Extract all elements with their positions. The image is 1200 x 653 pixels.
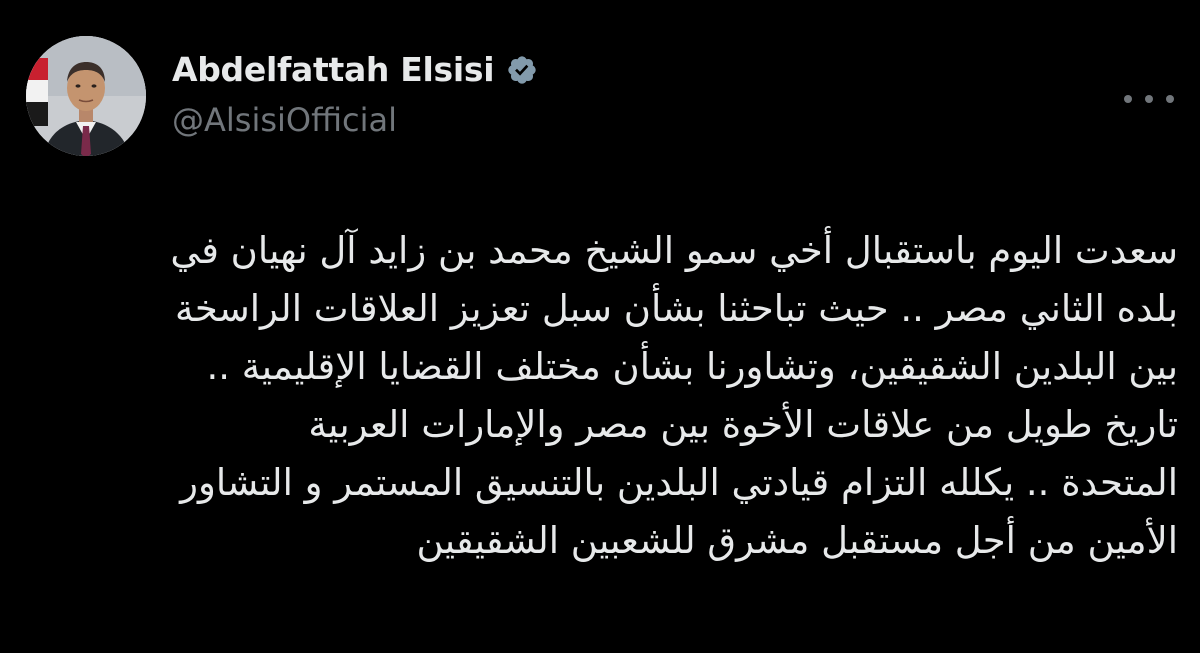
- tweet-text: سعدت اليوم باستقبال أخي سمو الشيخ محمد ب…: [20, 222, 1178, 570]
- more-options-icon: [1124, 95, 1132, 103]
- tweet-text-line: المتحدة .. يكلله التزام قيادتي البلدين ب…: [180, 461, 1178, 504]
- tweet-text-line: بين البلدين الشقيقين، وتشاورنا بشأن مختل…: [206, 345, 1178, 388]
- verified-badge-icon: [506, 54, 538, 86]
- more-options-button[interactable]: [1124, 84, 1174, 114]
- tweet-text-line: سعدت اليوم باستقبال أخي سمو الشيخ محمد ب…: [170, 229, 1178, 272]
- tweet-text-line: الأمين من أجل مستقبل مشرق للشعبين الشقيق…: [416, 519, 1178, 562]
- more-options-icon-dot: [1166, 95, 1174, 103]
- tweet-text-line: بلده الثاني مصر .. حيث تباحثنا بشأن سبل …: [175, 287, 1178, 330]
- tweet-text-line: تاريخ طويل من علاقات الأخوة بين مصر والإ…: [308, 403, 1178, 446]
- more-options-icon-dot: [1145, 95, 1153, 103]
- author-handle[interactable]: @AlsisiOfficial: [172, 100, 397, 140]
- avatar-photo-icon: [26, 36, 146, 156]
- author-display-name[interactable]: Abdelfattah Elsisi: [172, 50, 495, 90]
- author-avatar[interactable]: [26, 36, 146, 156]
- tweet-card: Abdelfattah Elsisi @AlsisiOfficial سعدت …: [0, 0, 1200, 653]
- author-name-row: Abdelfattah Elsisi: [172, 50, 538, 90]
